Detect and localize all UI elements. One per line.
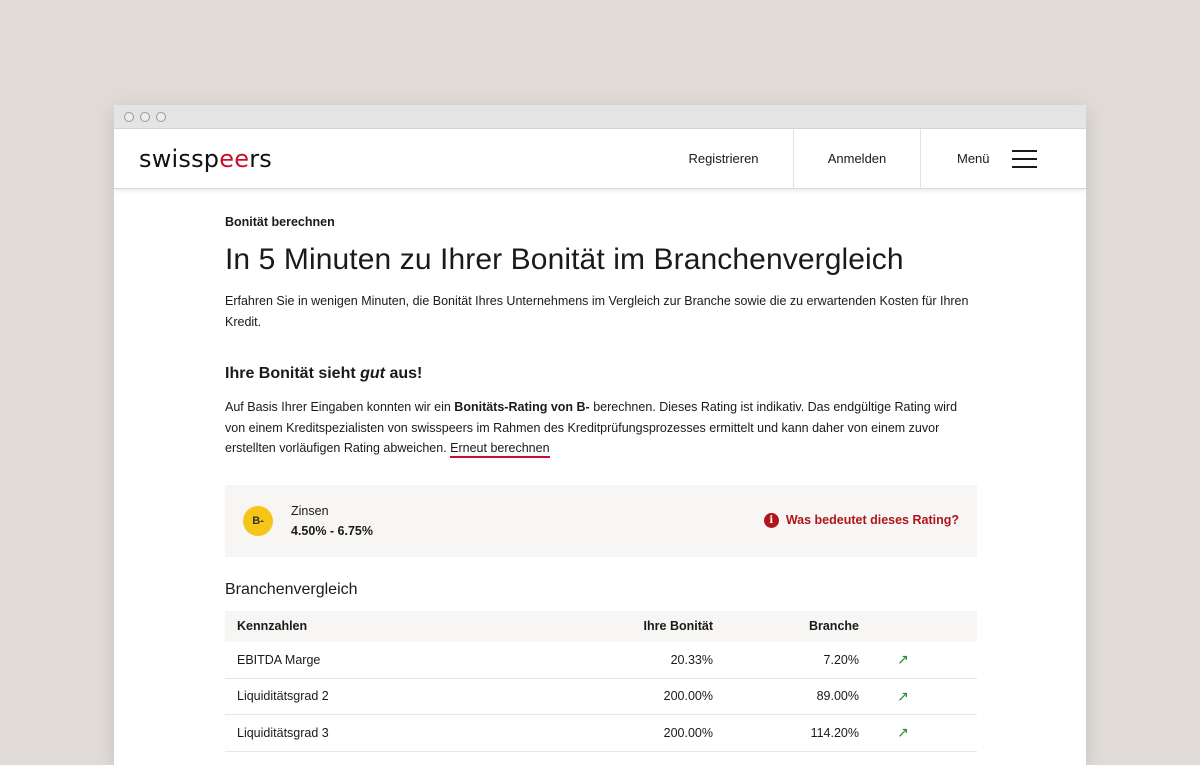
- page-title: In 5 Minuten zu Ihrer Bonität im Branche…: [225, 243, 904, 276]
- hamburger-icon: [1011, 149, 1037, 168]
- logo-part-3: rs: [249, 144, 272, 173]
- window-close-dot[interactable]: [124, 111, 134, 122]
- table-header-row: Kennzahlen Ihre Bonität Branche: [225, 610, 977, 642]
- interest-info: Zinsen 4.50% - 6.75%: [291, 504, 373, 538]
- window-chrome: [114, 105, 1086, 129]
- row-own-value: 20.33%: [555, 641, 725, 679]
- comparison-title: Branchenvergleich: [225, 580, 358, 598]
- interest-label: Zinsen: [291, 503, 329, 518]
- menu-button[interactable]: Menü: [921, 129, 1086, 188]
- rating-badge: B-: [243, 505, 273, 536]
- swisspeers-logo[interactable]: swissp ee rs: [114, 129, 654, 188]
- recalculate-link[interactable]: Erneut berechnen: [450, 441, 550, 458]
- logo-part-1: swissp: [139, 144, 220, 173]
- row-branch-value: 114.20%: [725, 714, 871, 752]
- info-icon: i: [763, 512, 779, 528]
- window-minimize-dot[interactable]: [140, 111, 150, 122]
- trend-up-icon: ↗: [871, 641, 977, 679]
- row-name: Liquiditätsgrad 2: [225, 678, 555, 715]
- rating-help-label: Was bedeutet dieses Rating?: [785, 513, 959, 527]
- result-heading-emphasis: gut: [360, 365, 385, 382]
- window-maximize-dot[interactable]: [156, 111, 166, 122]
- result-text-part-1: Auf Basis Ihrer Eingaben konnten wir ein: [225, 400, 455, 414]
- browser-window: swissp ee rs Registrieren Anmelden Menü Bo…: [114, 105, 1086, 765]
- table-row: EBITDA Marge 20.33% 7.20% ↗: [225, 641, 977, 679]
- rating-highlight: Bonitäts-Rating von B-: [454, 400, 590, 414]
- row-branch-value: 89.00%: [725, 678, 871, 715]
- page-kicker: Bonität berechnen: [225, 215, 335, 229]
- logo-accent: ee: [219, 144, 250, 173]
- header-kennzahlen: Kennzahlen: [237, 619, 308, 633]
- register-link[interactable]: Registrieren: [654, 129, 794, 188]
- top-navbar: swissp ee rs Registrieren Anmelden Menü: [114, 129, 1086, 189]
- intro-text: Erfahren Sie in wenigen Minuten, die Bon…: [225, 294, 969, 329]
- trend-up-icon: ↗: [871, 714, 977, 752]
- header-ihre-bonitaet: Ihre Bonität: [643, 619, 713, 633]
- row-branch-value: 7.20%: [725, 641, 871, 679]
- main-content: Bonität berechnen In 5 Minuten zu Ihrer …: [225, 189, 977, 752]
- row-own-value: 200.00%: [555, 714, 725, 752]
- result-heading-suffix: aus!: [385, 365, 423, 382]
- comparison-table: Kennzahlen Ihre Bonität Branche EBITDA M…: [225, 610, 977, 752]
- header-trend: [871, 611, 977, 642]
- result-heading: Ihre Bonität sieht gut aus!: [225, 365, 977, 383]
- interest-range: 4.50% - 6.75%: [291, 523, 373, 538]
- rating-help-link[interactable]: i Was bedeutet dieses Rating?: [763, 512, 959, 528]
- row-own-value: 200.00%: [555, 678, 725, 715]
- row-name: EBITDA Marge: [225, 641, 555, 679]
- row-name: Liquiditätsgrad 3: [225, 714, 555, 752]
- login-link[interactable]: Anmelden: [794, 129, 921, 188]
- rating-summary-box: B- Zinsen 4.50% - 6.75% i Was bedeutet d…: [225, 484, 977, 557]
- menu-label: Menü: [957, 151, 990, 166]
- trend-up-icon: ↗: [871, 678, 977, 715]
- result-text: Auf Basis Ihrer Eingaben konnten wir ein…: [225, 397, 977, 459]
- result-heading-prefix: Ihre Bonität sieht: [225, 365, 361, 382]
- table-row: Liquiditätsgrad 3 200.00% 114.20% ↗: [225, 714, 977, 752]
- table-row: Liquiditätsgrad 2 200.00% 89.00% ↗: [225, 678, 977, 715]
- header-branche: Branche: [808, 619, 859, 633]
